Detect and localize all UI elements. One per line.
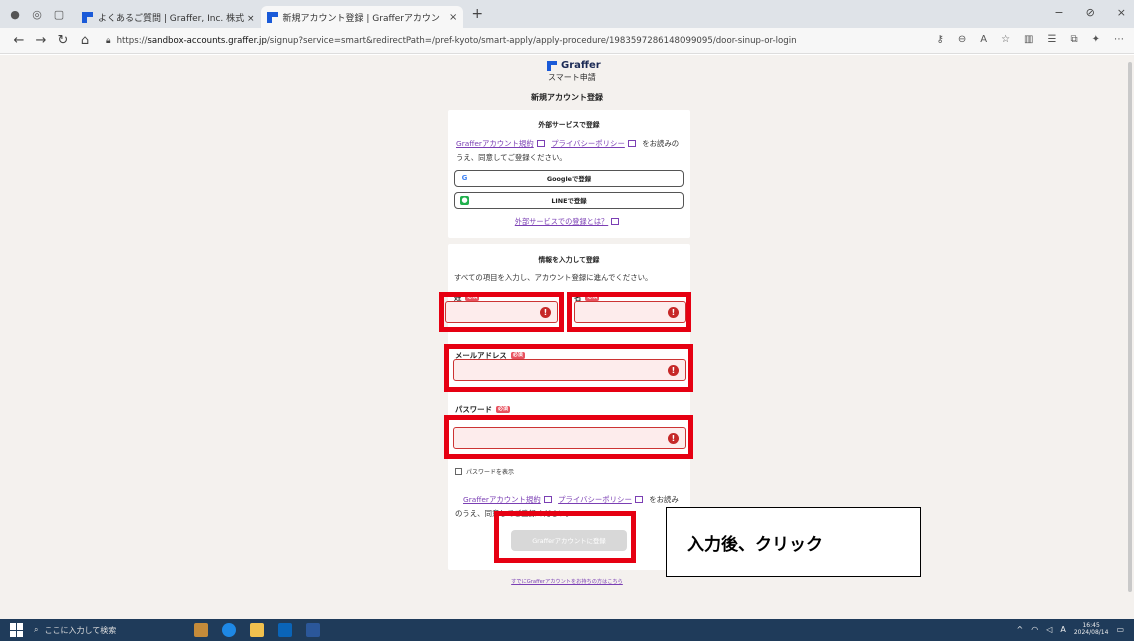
network-icon[interactable]: ◠	[1031, 625, 1038, 634]
zoom-icon[interactable]: ⊖	[958, 34, 966, 45]
graffer-logo: Graffer	[547, 60, 601, 71]
url-host: sandbox-accounts.graffer.jp	[147, 35, 267, 46]
favorites-icon[interactable]: ☰	[1048, 34, 1057, 45]
windows-taskbar: ⌕ ここに入力して検索 ^ ◠ ◁ A 16:45 2024/08/14 ▭	[0, 619, 1134, 641]
tab-actions-icon[interactable]: ▢	[52, 7, 66, 21]
workspaces-icon[interactable]: ◎	[30, 7, 44, 21]
terms-link[interactable]: Grafferアカウント規約	[463, 495, 541, 504]
browser-toolbar: ⚷ ⊖ A ☆ ▥ ☰ ⧉ ✦ ⋯	[937, 34, 1124, 45]
graffer-logo-icon	[547, 60, 557, 71]
search-icon: ⌕	[34, 625, 39, 634]
tab-label: 新規アカウント登録 | Grafferアカウン	[282, 13, 440, 24]
search-placeholder: ここに入力して検索	[44, 625, 117, 635]
chevron-up-icon[interactable]: ^	[1017, 625, 1024, 634]
url-prefix: https://	[116, 35, 148, 46]
split-screen-icon[interactable]: ▥	[1024, 34, 1033, 45]
scrollbar[interactable]	[1128, 62, 1132, 592]
required-badge: 必須	[495, 406, 510, 413]
checkbox-label: パスワードを表示	[466, 469, 515, 476]
new-tab-button[interactable]: +	[471, 6, 483, 22]
close-tab-icon[interactable]: ×	[449, 12, 457, 23]
privacy-link[interactable]: プライバシーポリシー	[558, 495, 632, 504]
external-link-icon	[543, 496, 552, 503]
extensions-icon[interactable]: ✦	[1092, 34, 1100, 45]
address-bar-row: ← → ↻ ⌂ 🔒︎ https://sandbox-accounts.graf…	[0, 28, 1134, 54]
close-window-button[interactable]: ×	[1117, 6, 1126, 19]
tab-faq[interactable]: よくあるご質問 | Graffer, Inc. 株式 ×	[76, 6, 261, 28]
profile-icon[interactable]: ●	[8, 7, 22, 21]
tab-label: よくあるご質問 | Graffer, Inc. 株式 ×	[98, 13, 255, 24]
word-icon[interactable]	[306, 623, 320, 637]
what-is-external-link[interactable]: 外部サービスでの登録とは？	[515, 217, 608, 226]
brand-subtitle: スマート申請	[548, 73, 596, 82]
taskbar-search[interactable]: ⌕ ここに入力して検索	[34, 622, 154, 638]
outlook-icon[interactable]	[278, 623, 292, 637]
back-icon[interactable]: ←	[8, 33, 30, 48]
highlight-last-name	[439, 292, 564, 332]
button-label: Googleで登録	[546, 175, 592, 183]
highlight-email	[444, 344, 693, 392]
highlight-first-name	[567, 292, 691, 332]
agree-line: うえ、同意してご登録ください。	[456, 153, 567, 162]
reload-icon[interactable]: ↻	[52, 33, 74, 48]
lock-icon: 🔒︎	[106, 35, 111, 46]
external-link-icon	[611, 218, 620, 225]
read-aloud-icon[interactable]: A	[980, 34, 987, 45]
file-explorer-icon[interactable]	[250, 623, 264, 637]
agree-suffix: をお読み	[649, 495, 679, 504]
collections-icon[interactable]: ⧉	[1070, 34, 1077, 45]
key-icon[interactable]: ⚷	[937, 34, 944, 45]
ime-icon[interactable]: A	[1060, 625, 1065, 634]
url-field[interactable]: 🔒︎ https://sandbox-accounts.graffer.jp/s…	[106, 31, 906, 51]
notification-icon[interactable]: ▭	[1116, 625, 1124, 634]
show-password-checkbox[interactable]: パスワードを表示	[455, 467, 514, 476]
app-icon[interactable]	[194, 623, 208, 637]
button-label: LINEで登録	[551, 197, 587, 205]
highlight-password	[444, 415, 693, 459]
external-link-icon	[627, 140, 636, 147]
section-title: 外部サービスで登録	[538, 121, 600, 129]
more-icon[interactable]: ⋯	[1114, 34, 1124, 45]
clock[interactable]: 16:45 2024/08/14	[1074, 622, 1109, 636]
brand-name: Graffer	[561, 60, 601, 71]
system-tray: ^ ◠ ◁ A 16:45 2024/08/14 ▭	[1017, 622, 1124, 636]
volume-icon[interactable]: ◁	[1046, 625, 1052, 634]
privacy-link[interactable]: プライバシーポリシー	[551, 139, 625, 148]
label-text: パスワード	[455, 405, 492, 414]
section-description: すべての項目を入力し、アカウント登録に進んでください。	[454, 273, 653, 282]
forward-icon[interactable]: →	[30, 33, 52, 48]
agreement-text: Grafferアカウント規約 プライバシーポリシー をお読みの うえ、同意してご…	[456, 137, 686, 165]
restore-button[interactable]: ⊘	[1086, 6, 1095, 19]
line-icon: ●	[460, 196, 469, 205]
password-label: パスワード 必須	[455, 404, 510, 415]
external-link-icon	[634, 496, 643, 503]
google-icon: G	[461, 174, 468, 182]
edge-icon[interactable]	[222, 623, 236, 637]
browser-tab-bar: ● ◎ ▢ よくあるご質問 | Graffer, Inc. 株式 × 新規アカウ…	[0, 0, 1134, 28]
favorite-star-icon[interactable]: ☆	[1001, 34, 1010, 45]
page-title: 新規アカウント登録	[531, 93, 603, 102]
external-signup-card: 外部サービスで登録 Grafferアカウント規約 プライバシーポリシー をお読み…	[448, 110, 690, 238]
section-title: 情報を入力して登録	[538, 256, 600, 264]
instruction-callout: 入力後、クリック	[666, 507, 921, 577]
windows-start-icon[interactable]	[10, 623, 24, 637]
highlight-register-button	[494, 511, 636, 563]
url-path: /signup?service=smart&redirectPath=/pref…	[266, 35, 797, 46]
graffer-favicon-icon	[82, 11, 93, 23]
checkbox-box[interactable]	[455, 468, 462, 475]
google-signup-button[interactable]: G Googleで登録	[454, 170, 684, 187]
graffer-favicon-icon	[266, 11, 278, 23]
window-controls: − ⊘ ×	[1054, 6, 1126, 19]
minimize-button[interactable]: −	[1054, 6, 1063, 19]
agree-suffix: をお読みの	[642, 139, 680, 148]
external-link-icon	[536, 140, 545, 147]
date: 2024/08/14	[1073, 629, 1109, 636]
external-help: 外部サービスでの登録とは？	[448, 217, 690, 227]
tab-signup[interactable]: 新規アカウント登録 | Grafferアカウン ×	[260, 6, 464, 28]
existing-account-link[interactable]: すでにGrafferアカウントをお持ちの方はこちら	[0, 578, 1134, 585]
home-icon[interactable]: ⌂	[74, 33, 96, 48]
time: 16:45	[1082, 622, 1100, 629]
terms-link[interactable]: Grafferアカウント規約	[456, 139, 534, 148]
line-signup-button[interactable]: ● LINEで登録	[454, 192, 684, 209]
